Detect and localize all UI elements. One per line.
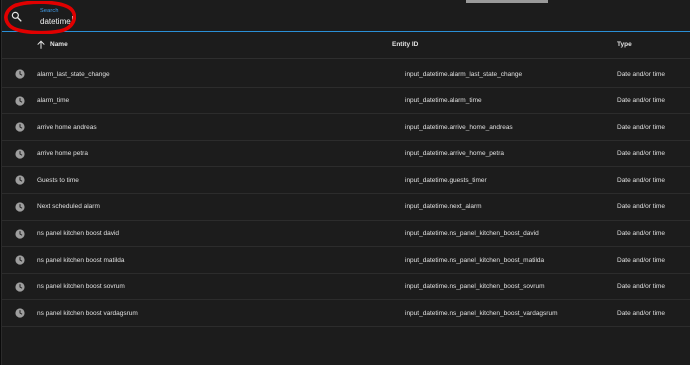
search-input[interactable]: datetime (40, 16, 73, 26)
table-row[interactable]: ns panel kitchen boost matilda input_dat… (2, 247, 690, 274)
row-name: ns panel kitchen boost david (37, 230, 120, 238)
column-header-entity-id[interactable]: Entity ID (392, 41, 418, 48)
row-type: Date and/or time (617, 176, 666, 184)
row-name: ns panel kitchen boost sovrum (37, 283, 125, 291)
row-entity-id: input_datetime.arrive_home_andreas (405, 123, 513, 131)
table-row[interactable]: Guests to time input_datetime.guests_tim… (2, 167, 690, 194)
row-type: Date and/or time (617, 97, 666, 105)
table-body: alarm_last_state_change input_datetime.a… (2, 61, 690, 327)
table-row[interactable]: arrive home petra input_datetime.arrive_… (2, 141, 690, 168)
row-name: Guests to time (37, 176, 79, 184)
row-type: Date and/or time (617, 230, 666, 238)
row-entity-id: input_datetime.alarm_time (405, 97, 482, 105)
row-type: Date and/or time (617, 256, 666, 264)
search-icon (11, 11, 22, 22)
clock-icon (15, 175, 25, 185)
search-input-value: datetime (40, 17, 71, 26)
column-header-type[interactable]: Type (617, 41, 632, 48)
clock-icon (15, 228, 25, 239)
row-entity-id: input_datetime.ns_panel_kitchen_boost_ma… (405, 256, 545, 264)
row-type: Date and/or time (617, 123, 666, 131)
row-name: Next scheduled alarm (37, 203, 100, 211)
row-name: alarm_last_state_change (37, 70, 110, 78)
entities-panel: Search datetime Name Entity ID Type alar… (1, 0, 690, 365)
column-header-name[interactable]: Name (50, 41, 68, 48)
arrow-up-icon[interactable] (36, 40, 46, 50)
table-row[interactable]: ns panel kitchen boost vardagsrum input_… (2, 300, 690, 327)
table-row[interactable]: alarm_last_state_change input_datetime.a… (2, 61, 690, 88)
table-row[interactable]: arrive home andreas input_datetime.arriv… (2, 114, 690, 141)
clock-icon (15, 308, 25, 318)
clock-icon (15, 282, 25, 292)
clock-icon (15, 149, 25, 159)
search-bar[interactable]: Search datetime (2, 3, 690, 32)
row-entity-id: input_datetime.arrive_home_petra (405, 150, 505, 158)
row-type: Date and/or time (617, 309, 666, 317)
clock-icon (15, 96, 25, 106)
row-name: ns panel kitchen boost matilda (37, 256, 125, 264)
row-type: Date and/or time (617, 283, 666, 291)
text-cursor (71, 16, 73, 25)
row-entity-id: input_datetime.ns_panel_kitchen_boost_da… (405, 230, 539, 238)
table-row[interactable]: Next scheduled alarm input_datetime.next… (2, 194, 690, 221)
row-entity-id: input_datetime.alarm_last_state_change (405, 70, 523, 78)
table-row[interactable]: ns panel kitchen boost david input_datet… (2, 221, 690, 248)
row-entity-id: input_datetime.next_alarm (405, 203, 482, 211)
clock-icon (15, 69, 25, 79)
clock-icon (15, 122, 25, 132)
row-type: Date and/or time (617, 203, 666, 211)
clock-icon (15, 202, 25, 212)
row-entity-id: input_datetime.guests_timer (405, 176, 487, 184)
table-header: Name Entity ID Type (2, 33, 690, 59)
row-name: alarm_time (37, 97, 70, 105)
row-entity-id: input_datetime.ns_panel_kitchen_boost_va… (405, 309, 558, 317)
search-label: Search (40, 8, 59, 14)
row-type: Date and/or time (617, 70, 666, 78)
row-name: ns panel kitchen boost vardagsrum (37, 309, 138, 317)
row-type: Date and/or time (617, 150, 666, 158)
table-row[interactable]: ns panel kitchen boost sovrum input_date… (2, 274, 690, 301)
table-row[interactable]: alarm_time input_datetime.alarm_time Dat… (2, 88, 690, 115)
row-name: arrive home andreas (37, 123, 97, 131)
row-name: arrive home petra (37, 150, 88, 158)
clock-icon (15, 255, 25, 265)
row-entity-id: input_datetime.ns_panel_kitchen_boost_so… (405, 283, 545, 291)
